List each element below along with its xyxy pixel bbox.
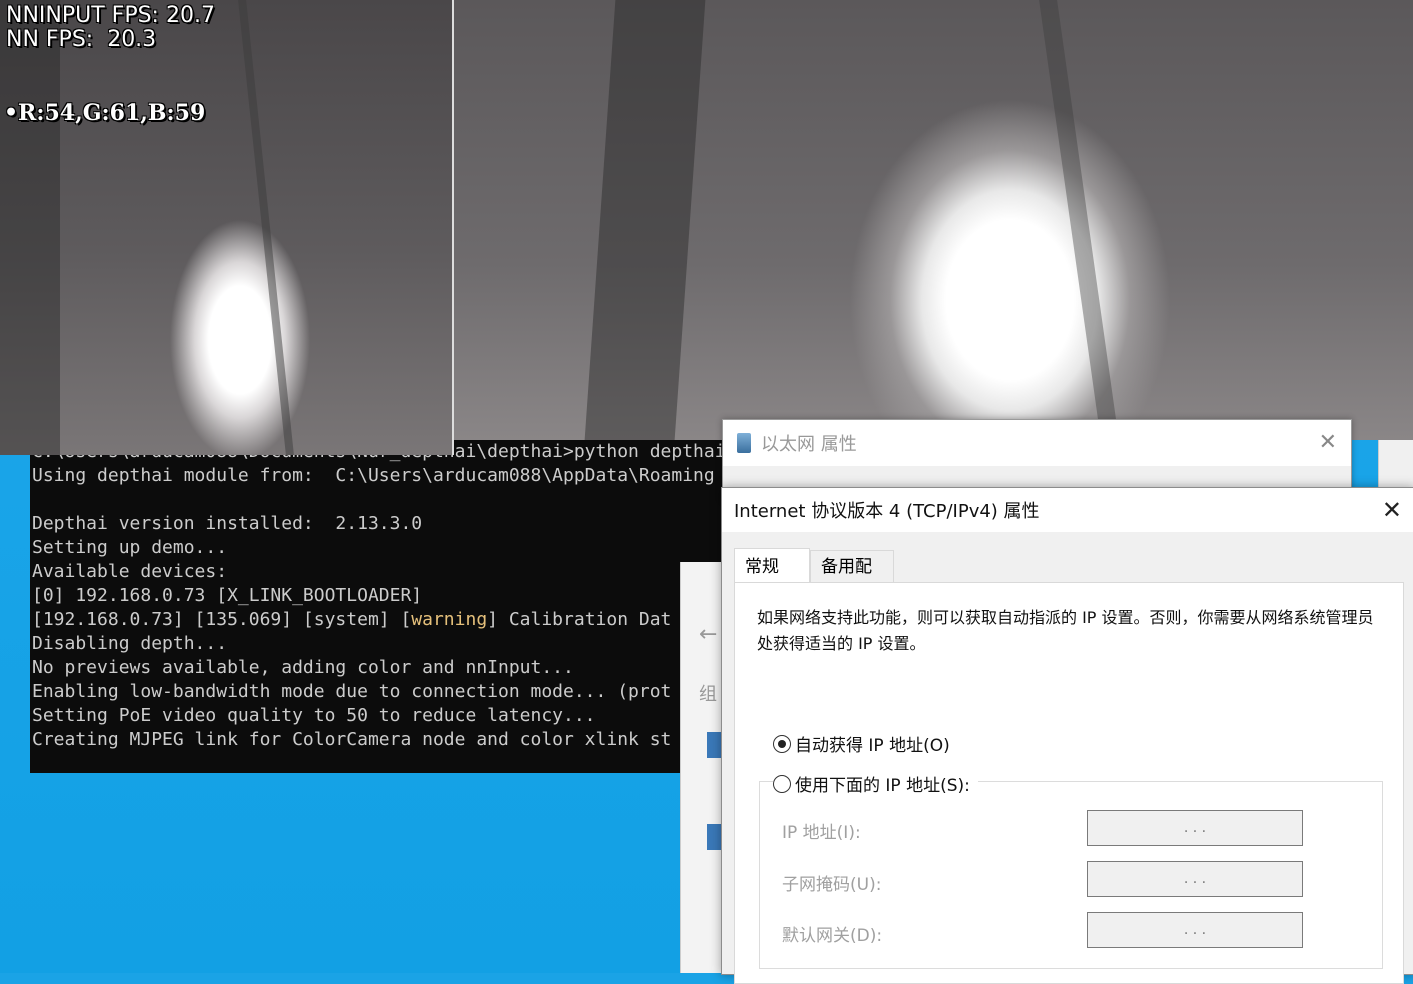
ip-address-field[interactable]: . . .	[1087, 810, 1303, 846]
rgb-readout: •R:54,G:61,B:59	[4, 100, 206, 126]
description-text: 如果网络支持此功能，则可以获取自动指派的 IP 设置。否则，你需要从网络系统管理…	[757, 608, 1374, 653]
radio-manual-ip-label: 使用下面的 IP 地址(S):	[795, 776, 970, 796]
warning-prefix: [192.168.0.73] [135.069] [system] [	[32, 609, 412, 630]
ethernet-icon	[737, 433, 751, 453]
ceiling-beam	[0, 0, 60, 455]
ip-address-label: IP 地址(I):	[782, 823, 861, 843]
subnet-mask-field[interactable]: . . .	[1087, 861, 1303, 897]
radio-button-unselected[interactable]	[773, 774, 791, 793]
ipv4-titlebar: Internet 协议版本 4 (TCP/IPv4) 属性	[722, 488, 1413, 532]
terminal-line: Disabling depth...	[32, 633, 228, 654]
ceiling-beam	[584, 0, 706, 440]
explorer-item-text: 组	[699, 684, 717, 705]
color-camera-preview[interactable]	[450, 0, 1413, 440]
terminal-line: Using depthai module from: C:\Users\ardu…	[32, 465, 715, 486]
terminal-line: [0] 192.168.0.73 [X_LINK_BOOTLOADER]	[32, 585, 423, 606]
tab-alternate-config[interactable]: 备用配置	[810, 550, 894, 609]
terminal-line: No previews available, adding color and …	[32, 657, 574, 678]
ipv4-properties-dialog[interactable]: Internet 协议版本 4 (TCP/IPv4) 属性 ✕ 常规 备用配置 …	[721, 487, 1413, 984]
tab-general[interactable]: 常规	[734, 548, 810, 584]
fps-line-nninput: NNINPUT FPS: 20.7	[6, 3, 215, 28]
subnet-mask-label: 子网掩码(U):	[782, 875, 882, 895]
general-panel: 如果网络支持此功能，则可以获取自动指派的 IP 设置。否则，你需要从网络系统管理…	[734, 582, 1404, 984]
warning-level: warning	[411, 609, 488, 630]
terminal-line: Setting up demo...	[32, 537, 228, 558]
dialog-body: 常规 备用配置 如果网络支持此功能，则可以获取自动指派的 IP 设置。否则，你需…	[722, 532, 1413, 984]
default-gateway-field[interactable]: . . .	[1087, 912, 1303, 948]
terminal-line: Depthai version installed: 2.13.3.0	[32, 513, 423, 534]
ipv4-title: Internet 协议版本 4 (TCP/IPv4) 属性	[734, 501, 1040, 522]
terminal-line: Creating MJPEG link for ColorCamera node…	[32, 729, 672, 750]
manual-ip-group: IP 地址(I): . . . 子网掩码(U): . . . 默认网关(D): …	[759, 781, 1383, 969]
terminal-window[interactable]: C:\Users\arducam088\Documents\Nur_deptha…	[30, 440, 730, 773]
network-adapter-icon[interactable]	[707, 732, 721, 758]
terminal-line: Enabling low-bandwidth mode due to conne…	[32, 681, 672, 702]
close-icon[interactable]: ✕	[1382, 496, 1402, 524]
radio-manual-ip[interactable]: 使用下面的 IP 地址(S):	[773, 771, 978, 796]
radio-button-selected[interactable]	[773, 734, 791, 753]
fps-line-nn: NN FPS: 20.3	[6, 27, 157, 52]
radio-auto-ip[interactable]: 自动获得 IP 地址(O)	[773, 731, 950, 756]
terminal-line: Available devices:	[32, 561, 228, 582]
fps-readout: NNINPUT FPS: 20.7 NN FPS: 20.3	[6, 4, 215, 52]
terminal-warning-line: [192.168.0.73] [135.069] [system] [warni…	[32, 608, 730, 632]
nn-input-preview[interactable]: NNINPUT FPS: 20.7 NN FPS: 20.3 •R:54,G:6…	[0, 0, 454, 455]
ethernet-titlebar: 以太网 属性	[723, 420, 1351, 466]
ceiling-pipe	[238, 0, 294, 455]
ceiling-pipe	[1039, 0, 1119, 440]
default-gateway-label: 默认网关(D):	[782, 926, 883, 946]
close-icon[interactable]: ✕	[1319, 430, 1337, 455]
warning-suffix: ] Calibration Dat	[487, 609, 672, 630]
radio-dot	[778, 739, 786, 748]
ethernet-title: 以太网 属性	[761, 434, 857, 455]
terminal-line: Setting PoE video quality to 50 to reduc…	[32, 705, 596, 726]
radio-auto-ip-label: 自动获得 IP 地址(O)	[795, 736, 950, 756]
back-arrow-icon[interactable]: ←	[699, 622, 717, 647]
network-adapter-icon[interactable]	[707, 824, 721, 850]
